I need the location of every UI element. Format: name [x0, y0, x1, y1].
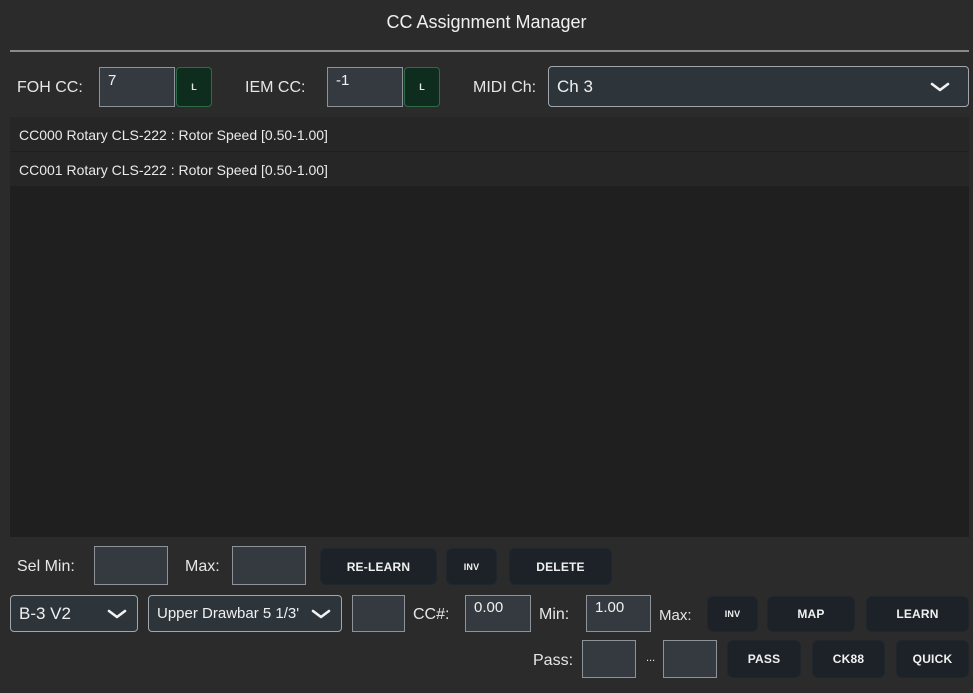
sel-min-label: Sel Min: [17, 558, 75, 575]
cc-number-input[interactable] [352, 595, 405, 632]
assign-invert-button[interactable]: INV [707, 596, 758, 632]
ck88-button[interactable]: CK88 [812, 640, 885, 678]
instrument-select[interactable]: B-3 V2 [10, 595, 138, 632]
window-title: CC Assignment Manager [386, 12, 587, 32]
iem-cc-input[interactable] [327, 67, 403, 107]
pass-button[interactable]: PASS [727, 640, 801, 678]
foh-learn-button[interactable]: L [176, 67, 212, 107]
assignment-text: CC001 Rotary CLS-222 : Rotor Speed [0.50… [19, 162, 328, 178]
pass-from-input[interactable] [582, 640, 636, 678]
title-divider [10, 50, 969, 52]
max-label: Max: [659, 607, 692, 624]
sel-min-input[interactable] [94, 546, 168, 585]
list-item[interactable]: CC000 Rotary CLS-222 : Rotor Speed [0.50… [10, 117, 969, 152]
assignment-list[interactable]: CC000 Rotary CLS-222 : Rotor Speed [0.50… [10, 117, 969, 537]
min-input[interactable] [586, 595, 651, 632]
quick-button[interactable]: QUICK [896, 640, 969, 678]
min-label: Min: [539, 606, 570, 623]
cc-assignment-manager-window: CC Assignment Manager FOH CC: L IEM CC: … [0, 0, 973, 693]
selection-invert-button[interactable]: INV [446, 548, 497, 585]
sel-max-input[interactable] [232, 546, 306, 585]
map-button[interactable]: MAP [767, 596, 855, 632]
assignment-text: CC000 Rotary CLS-222 : Rotor Speed [0.50… [19, 127, 328, 143]
midi-channel-select[interactable]: Ch 3 [548, 66, 969, 107]
iem-cc-label: IEM CC: [245, 79, 306, 96]
midi-channel-label: MIDI Ch: [473, 79, 537, 96]
foh-cc-input[interactable] [99, 67, 175, 107]
pass-label: Pass: [533, 652, 574, 669]
cc-number-label: CC#: [413, 606, 450, 623]
parameter-select[interactable]: Upper Drawbar 5 1/3' [148, 595, 342, 632]
foh-cc-label: FOH CC: [17, 79, 83, 96]
instrument-value: B-3 V2 [19, 603, 71, 623]
pass-range-separator: ... [646, 652, 656, 664]
iem-learn-button[interactable]: L [404, 67, 440, 107]
sel-max-label: Max: [185, 558, 220, 575]
midi-channel-value: Ch 3 [557, 76, 593, 96]
chevron-down-icon [107, 608, 127, 620]
delete-button[interactable]: DELETE [509, 548, 612, 585]
learn-button[interactable]: LEARN [866, 596, 969, 632]
chevron-down-icon [930, 81, 950, 93]
relearn-button[interactable]: RE-LEARN [320, 548, 437, 585]
chevron-down-icon [311, 608, 331, 620]
parameter-value: Upper Drawbar 5 1/3' [157, 605, 300, 622]
list-item[interactable]: CC001 Rotary CLS-222 : Rotor Speed [0.50… [10, 152, 969, 187]
pass-to-input[interactable] [663, 640, 717, 678]
range-start-input[interactable] [465, 595, 531, 632]
